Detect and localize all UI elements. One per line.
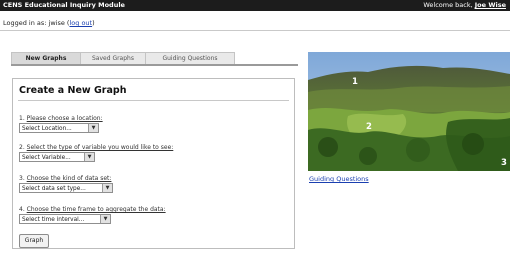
photo-marker-1: 1: [352, 77, 358, 87]
welcome-prefix: Welcome back,: [423, 1, 473, 9]
select-value: Select Variable...: [22, 155, 71, 161]
question-number: 2.: [19, 144, 25, 151]
app-title: CENS Educational Inquiry Module: [3, 1, 125, 9]
landscape-image: [308, 52, 510, 171]
login-status: Logged in as: jwise (log out): [3, 19, 95, 27]
question-location: 1. Please choose a location:: [19, 115, 103, 122]
chevron-down-icon: ▼: [100, 215, 110, 223]
create-graph-panel: Create a New Graph 1. Please choose a lo…: [12, 78, 295, 249]
location-select[interactable]: Select Location... ▼: [19, 123, 99, 133]
time-interval-select[interactable]: Select time interval... ▼: [19, 214, 111, 224]
header-divider: [0, 30, 510, 31]
photo-marker-3: 3: [501, 158, 507, 168]
question-number: 1.: [19, 115, 25, 122]
tab-guiding-questions[interactable]: Guiding Questions: [145, 52, 235, 64]
question-data-set: 3. Choose the kind of data set:: [19, 175, 111, 182]
chevron-down-icon: ▼: [88, 124, 98, 132]
select-value: Select data set type...: [22, 186, 86, 192]
select-value: Select time interval...: [22, 217, 85, 223]
graph-button[interactable]: Graph: [19, 234, 49, 248]
tab-new-graphs[interactable]: New Graphs: [11, 52, 81, 64]
login-prefix: Logged in as: jwise (: [3, 19, 70, 27]
welcome-message: Welcome back, Joe Wise: [423, 1, 506, 9]
tab-underline: [11, 64, 298, 66]
photo-marker-2: 2: [366, 122, 372, 132]
question-variable: 2. Select the type of variable you would…: [19, 144, 173, 151]
guiding-questions-link[interactable]: Guiding Questions: [309, 175, 369, 183]
question-text: Select the type of variable you would li…: [26, 144, 174, 151]
panel-title: Create a New Graph: [19, 85, 127, 96]
question-text: Please choose a location:: [26, 115, 103, 122]
variable-select[interactable]: Select Variable... ▼: [19, 152, 95, 162]
question-number: 3.: [19, 175, 25, 182]
select-value: Select Location...: [22, 126, 72, 132]
question-number: 4.: [19, 206, 25, 213]
chevron-down-icon: ▼: [84, 153, 94, 161]
chevron-down-icon: ▼: [102, 184, 112, 192]
data-set-select[interactable]: Select data set type... ▼: [19, 183, 113, 193]
login-suffix: ): [92, 19, 95, 27]
top-header-bar: CENS Educational Inquiry Module Welcome …: [0, 0, 510, 11]
user-name-link[interactable]: Joe Wise: [475, 1, 506, 9]
hillside-photo: 1 2 3: [308, 52, 510, 171]
panel-divider: [18, 100, 289, 101]
question-time-frame: 4. Choose the time frame to aggregate th…: [19, 206, 166, 213]
question-text: Choose the kind of data set:: [26, 175, 112, 182]
logout-link[interactable]: log out: [69, 19, 92, 27]
question-text: Choose the time frame to aggregate the d…: [26, 206, 166, 213]
tab-saved-graphs[interactable]: Saved Graphs: [80, 52, 146, 64]
